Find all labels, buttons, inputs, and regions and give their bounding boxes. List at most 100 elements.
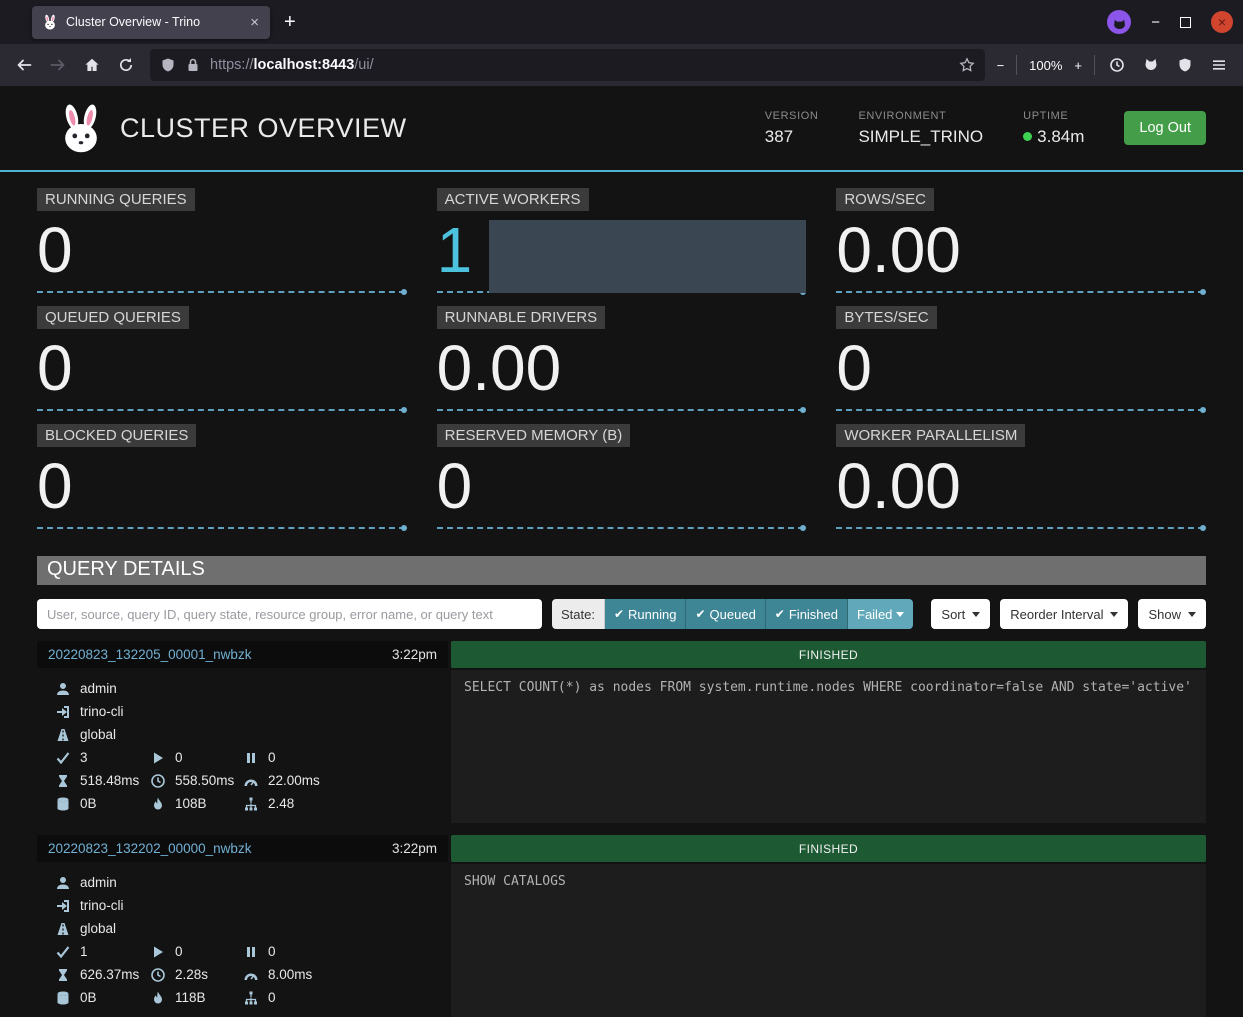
history-clock-icon[interactable] [1101, 50, 1133, 80]
reload-button[interactable] [110, 50, 142, 80]
page-header: CLUSTER OVERVIEW VERSION 387 ENVIRONMENT… [0, 86, 1243, 172]
tracking-protection-shield-icon[interactable] [160, 57, 176, 73]
connection-lock-icon[interactable] [185, 57, 201, 73]
state-filter-label: State: [552, 599, 605, 629]
query-status-bar: FINISHED [451, 641, 1206, 668]
privacy-shield-icon[interactable] [1169, 50, 1201, 80]
elapsed-time-icon [150, 967, 166, 983]
show-dropdown[interactable]: Show [1138, 599, 1206, 629]
uptime-value-row: 3.84m [1023, 127, 1084, 147]
profile-avatar-icon[interactable] [1107, 10, 1131, 34]
filter-failed-dropdown[interactable]: Failed [848, 599, 913, 629]
query-id-link[interactable]: 20220823_132202_00000_nwbzk [48, 841, 251, 856]
url-scheme: https:// [210, 57, 254, 73]
query-splits-row: 1 0 0 [55, 940, 442, 963]
query-sql-text: SELECT COUNT(*) as nodes FROM system.run… [451, 670, 1206, 823]
chevron-down-icon [972, 612, 980, 617]
resource-group-icon [55, 727, 71, 743]
query-resource-group: global [80, 921, 116, 936]
sparkline [37, 527, 405, 529]
tab-close-icon[interactable]: × [247, 14, 262, 31]
minimize-button[interactable]: − [1151, 14, 1160, 31]
sort-dropdown[interactable]: Sort [931, 599, 990, 629]
forward-button[interactable] [42, 50, 74, 80]
query-details-header: QUERY DETAILS [37, 556, 1206, 585]
elapsed-time: 558.50ms [175, 773, 234, 788]
resource-group-icon [55, 921, 71, 937]
filter-queued-button[interactable]: ✔ Queued [686, 599, 765, 629]
query-id-link[interactable]: 20220823_132205_00001_nwbzk [48, 647, 251, 662]
cpu-time-icon [243, 967, 259, 983]
queued-time-icon [55, 967, 71, 983]
bookmark-star-icon[interactable] [959, 57, 975, 73]
stat-label: ACTIVE WORKERS [437, 188, 589, 211]
current-memory: 0B [80, 990, 97, 1005]
restore-button[interactable] [1180, 17, 1191, 28]
zoom-out-button[interactable]: − [997, 58, 1005, 73]
back-button[interactable] [8, 50, 40, 80]
check-icon: ✔ [775, 607, 785, 621]
query-search-input[interactable] [37, 599, 542, 629]
trino-cluster-overview-page: CLUSTER OVERVIEW VERSION 387 ENVIRONMENT… [0, 86, 1243, 1017]
check-icon: ✔ [614, 607, 624, 621]
browser-tab[interactable]: Cluster Overview - Trino × [32, 6, 270, 39]
reorder-interval-dropdown[interactable]: Reorder Interval [1000, 599, 1128, 629]
current-memory-icon [55, 990, 71, 1006]
environment-meta: ENVIRONMENT SIMPLE_TRINO [858, 110, 983, 147]
filter-finished-button[interactable]: ✔ Finished [766, 599, 848, 629]
zoom-in-button[interactable]: + [1074, 58, 1082, 73]
extension-icon[interactable] [1135, 50, 1167, 80]
close-window-button[interactable]: × [1211, 11, 1233, 33]
menu-button[interactable] [1203, 50, 1235, 80]
stat-value: 0 [836, 336, 872, 400]
completed-splits: 3 [80, 750, 88, 765]
cpu-time: 8.00ms [268, 967, 312, 982]
uptime-label: UPTIME [1023, 110, 1084, 122]
new-tab-button[interactable]: + [270, 11, 310, 34]
reorder-interval-label: Reorder Interval [1010, 607, 1103, 622]
stat-value: 0 [37, 218, 73, 282]
stat-active-workers: ACTIVE WORKERS 1 [437, 188, 807, 306]
stat-label: RUNNABLE DRIVERS [437, 306, 606, 329]
zoom-level[interactable]: 100% [1029, 58, 1062, 73]
version-label: VERSION [765, 110, 819, 122]
query-user: admin [80, 681, 117, 696]
user-icon [55, 681, 71, 697]
elapsed-time-icon [150, 773, 166, 789]
completed-splits-icon [55, 944, 71, 960]
filter-label: Running [628, 607, 676, 622]
home-button[interactable] [76, 50, 108, 80]
query-splits-row: 3 0 0 [55, 746, 442, 769]
show-label: Show [1148, 607, 1181, 622]
url-host: localhost:8443 [254, 57, 355, 73]
query-body: admin trino-cli global 1 0 0 [37, 864, 1206, 1017]
logout-button[interactable]: Log Out [1124, 111, 1206, 145]
stat-label: BLOCKED QUERIES [37, 424, 196, 447]
source-icon [55, 704, 71, 720]
stat-value: 0.00 [437, 336, 562, 400]
window-controls: − × [1107, 10, 1233, 34]
query-user-row: admin [55, 677, 442, 700]
elapsed-time: 2.28s [175, 967, 208, 982]
stat-value: 0.00 [836, 218, 961, 282]
parallelism: 2.48 [268, 796, 294, 811]
query-user: admin [80, 875, 117, 890]
stat-runnable-drivers: RUNNABLE DRIVERS 0.00 [437, 306, 807, 424]
stat-value: 0 [37, 454, 73, 518]
uptime-status-dot [1023, 132, 1032, 141]
query-source-row: trino-cli [55, 700, 442, 723]
current-memory-icon [55, 796, 71, 812]
cumulative-memory-icon [150, 796, 166, 812]
cluster-meta: VERSION 387 ENVIRONMENT SIMPLE_TRINO UPT… [765, 110, 1085, 147]
query-source: trino-cli [80, 898, 124, 913]
uptime-value: 3.84m [1037, 127, 1084, 147]
filter-running-button[interactable]: ✔ Running [605, 599, 687, 629]
query-details-section: QUERY DETAILS State: ✔ Running ✔ Queued … [37, 556, 1206, 1017]
url-bar[interactable]: https://localhost:8443/ui/ [150, 49, 985, 81]
query-header-row: 20220823_132205_00001_nwbzk 3:22pm FINIS… [37, 641, 1206, 668]
user-icon [55, 875, 71, 891]
navigation-toolbar: https://localhost:8443/ui/ − 100% + [0, 44, 1243, 86]
query-status-bar: FINISHED [451, 835, 1206, 862]
stat-queued-queries: QUEUED QUERIES 0 [37, 306, 407, 424]
stat-label: BYTES/SEC [836, 306, 936, 329]
